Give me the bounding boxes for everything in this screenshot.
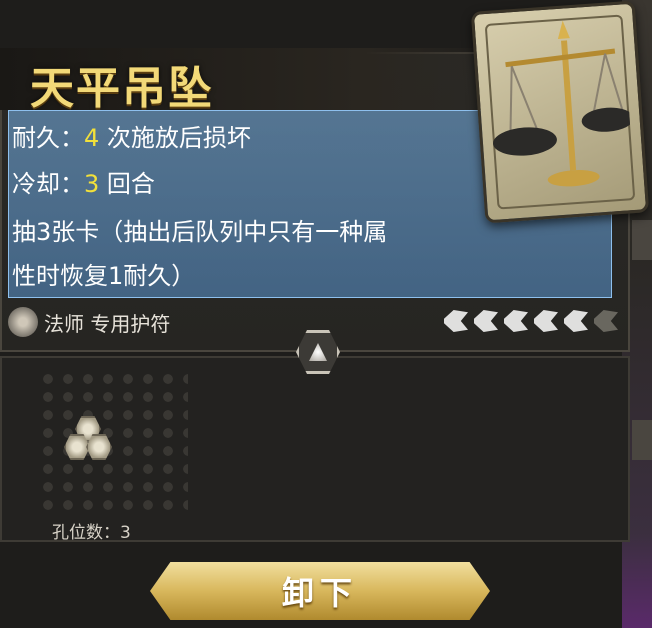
item-title: 天平吊坠 xyxy=(30,63,214,114)
durability-label: 耐久： xyxy=(12,124,84,152)
cooldown-label: 冷却： xyxy=(12,170,84,198)
socket-count: 孔位数：3 xyxy=(52,523,131,543)
class-text: 法师 专用护符 xyxy=(44,311,171,336)
durability-value: 4 xyxy=(84,124,100,152)
mage-emblem-icon xyxy=(8,307,38,337)
cooldown-suffix: 回合 xyxy=(99,170,155,198)
balance-scale-icon xyxy=(470,0,650,224)
durability-line: 耐久：4 次施放后损坏 xyxy=(12,118,251,153)
durability-suffix: 次施放后损坏 xyxy=(99,124,251,152)
rarity-star-icon xyxy=(594,310,618,332)
rarity-star-icon xyxy=(504,310,528,332)
balance-scale-art xyxy=(493,20,634,187)
effect-line-2: 性时恢复1耐久） xyxy=(12,262,196,290)
rarity-stars xyxy=(444,310,618,332)
rarity-star-icon xyxy=(564,310,588,332)
side-thumbnail[interactable] xyxy=(632,420,652,460)
rarity-star-icon xyxy=(444,310,468,332)
rarity-star-icon xyxy=(474,310,498,332)
unload-button[interactable]: 卸下 xyxy=(150,562,490,620)
side-thumbnail[interactable] xyxy=(632,220,652,260)
effect-line-1: 抽3张卡（抽出后队列中只有一种属 xyxy=(12,218,388,246)
socket-hex-grid xyxy=(38,370,188,510)
cooldown-line: 冷却：3 回合 xyxy=(12,164,155,199)
class-row: 法师 专用护符 xyxy=(8,306,170,338)
cooldown-value: 3 xyxy=(84,170,100,198)
rarity-star-icon xyxy=(534,310,558,332)
